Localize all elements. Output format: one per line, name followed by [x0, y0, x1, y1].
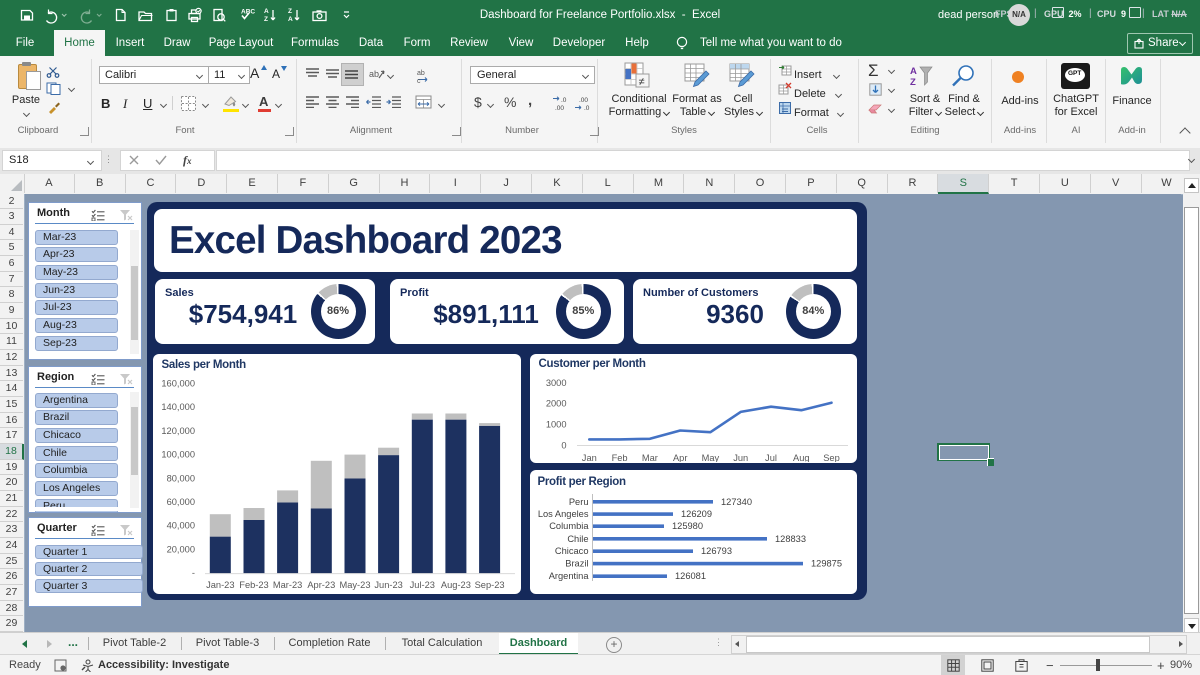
svg-text:128833: 128833: [775, 534, 806, 544]
svg-text:Peru: Peru: [568, 497, 588, 507]
svg-text:126793: 126793: [701, 546, 732, 556]
svg-text:3000: 3000: [545, 378, 566, 388]
svg-text:-: -: [192, 568, 195, 578]
svg-text:2000: 2000: [545, 399, 566, 409]
svg-text:Jun: Jun: [733, 453, 748, 462]
svg-text:80,000: 80,000: [167, 473, 195, 483]
svg-text:Jan: Jan: [581, 453, 596, 462]
svg-text:Jun-23: Jun-23: [374, 580, 402, 590]
svg-text:Apr-23: Apr-23: [307, 580, 335, 590]
svg-text:Argentina: Argentina: [548, 571, 589, 581]
svg-text:Jul-23: Jul-23: [410, 580, 435, 590]
svg-text:Feb: Feb: [611, 453, 627, 462]
svg-text:140,000: 140,000: [161, 402, 195, 412]
svg-text:60,000: 60,000: [167, 497, 195, 507]
svg-text:Chicaco: Chicaco: [554, 546, 588, 556]
svg-text:Brazil: Brazil: [565, 559, 588, 569]
svg-text:160,000: 160,000: [161, 379, 195, 389]
svg-text:129875: 129875: [811, 559, 842, 569]
svg-text:ab: ab: [369, 69, 379, 79]
svg-text:Jan-23: Jan-23: [206, 580, 234, 590]
svg-text:20,000: 20,000: [167, 544, 195, 554]
svg-text:0: 0: [561, 441, 566, 451]
svg-text:ab: ab: [417, 70, 425, 77]
svg-text:40,000: 40,000: [167, 521, 195, 531]
svg-text:≠: ≠: [639, 76, 645, 88]
svg-text:c: c: [417, 78, 421, 83]
svg-text:.00: .00: [555, 105, 564, 111]
svg-text:Apr: Apr: [672, 453, 686, 462]
svg-text:Mar-23: Mar-23: [273, 580, 302, 590]
svg-text:Sep-23: Sep-23: [475, 580, 505, 590]
svg-text:.00: .00: [579, 97, 588, 104]
svg-text:126209: 126209: [681, 509, 712, 519]
svg-text:May: May: [701, 453, 719, 462]
svg-text:Chile: Chile: [567, 534, 588, 544]
svg-text:126081: 126081: [675, 571, 706, 581]
svg-text:Columbia: Columbia: [549, 521, 589, 531]
svg-text:Jul: Jul: [765, 453, 777, 462]
svg-text:1000: 1000: [545, 420, 566, 430]
svg-text:127340: 127340: [721, 497, 752, 507]
svg-text:May-23: May-23: [339, 580, 370, 590]
svg-text:Los Angeles: Los Angeles: [537, 509, 588, 519]
svg-text:Aug: Aug: [793, 453, 810, 462]
svg-text:Feb-23: Feb-23: [239, 580, 268, 590]
svg-text:125980: 125980: [672, 521, 703, 531]
svg-text:.0: .0: [584, 105, 590, 111]
svg-text:100,000: 100,000: [161, 450, 195, 460]
svg-text:Mar: Mar: [641, 453, 657, 462]
svg-text:A: A: [910, 66, 917, 77]
svg-text:Sep: Sep: [823, 453, 840, 462]
svg-text:Z: Z: [910, 77, 916, 87]
svg-text:Aug-23: Aug-23: [441, 580, 471, 590]
svg-text:120,000: 120,000: [161, 426, 195, 436]
svg-text:.0: .0: [561, 97, 567, 104]
